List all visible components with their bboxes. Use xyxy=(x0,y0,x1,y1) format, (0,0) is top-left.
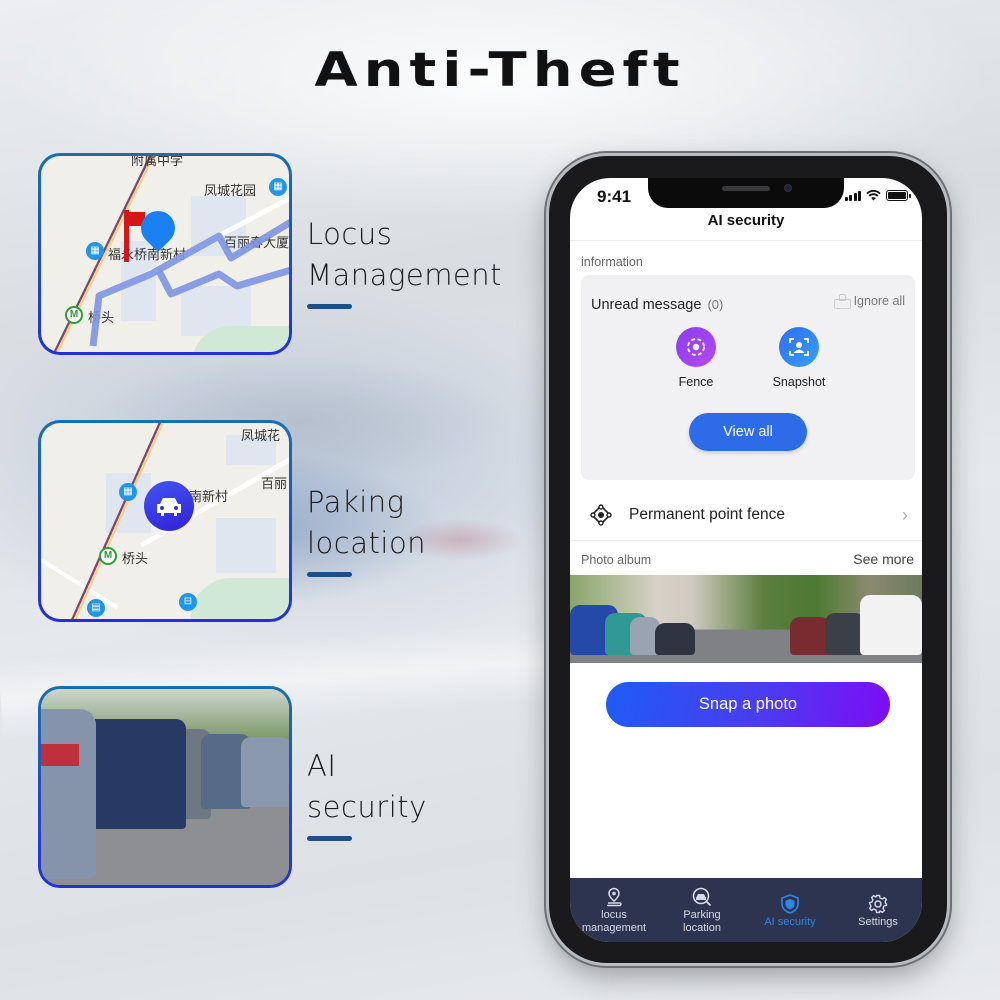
information-card: Unread message (0) Ignore all Fence Snap… xyxy=(581,275,915,480)
phone-screen: 9:41 AI security information Unread mess… xyxy=(570,178,922,942)
battery-icon xyxy=(886,190,911,201)
ignore-all-button[interactable]: Ignore all xyxy=(833,294,905,309)
track-route xyxy=(89,219,289,347)
banner-title: Anti-Theft xyxy=(314,42,686,99)
tab-settings[interactable]: Settings xyxy=(834,878,922,942)
feature-title-line2: location xyxy=(307,526,427,560)
tab-ai-security[interactable]: AI security xyxy=(746,878,834,942)
tail-light xyxy=(41,744,79,766)
map-block xyxy=(216,518,276,573)
poi-building-icon: ▦ xyxy=(119,483,137,501)
information-section-label: information xyxy=(581,255,643,269)
feature-title-line2: security xyxy=(307,790,427,824)
wifi-icon xyxy=(866,190,881,201)
green-area xyxy=(191,578,289,619)
unread-label: Unread message xyxy=(591,297,702,313)
fence-quick-action[interactable]: Fence xyxy=(656,327,736,389)
feature-parking-location: Paking location xyxy=(307,482,426,577)
tab-label-line1: Settings xyxy=(858,915,898,928)
snapshot-label: Snapshot xyxy=(772,375,826,389)
phone-mockup: 9:41 AI security information Unread mess… xyxy=(549,156,947,963)
app-header-title: AI security xyxy=(707,212,785,229)
locus-map-thumbnail: 附属中学 凤城花园 ▦ 百丽春大厦 ▦ 福永桥南新村 M 桥头 xyxy=(38,153,292,355)
poi-gov-icon: ⊟ xyxy=(179,593,197,611)
phone-notch xyxy=(648,178,844,208)
tab-label-line2: management xyxy=(581,922,647,934)
row-divider xyxy=(570,540,922,541)
parked-car xyxy=(790,617,830,655)
tab-label-line1: locus xyxy=(601,909,627,921)
see-more-link[interactable]: See more xyxy=(853,551,914,567)
map-label: 凤城花 xyxy=(241,429,281,444)
status-time: 9:41 xyxy=(597,187,632,206)
parked-car xyxy=(41,709,96,879)
fence-label: Fence xyxy=(678,375,714,389)
chevron-right-icon: › xyxy=(902,504,908,525)
status-icons xyxy=(844,190,911,201)
ai-security-photo-thumbnail xyxy=(38,686,292,888)
front-camera xyxy=(784,184,792,192)
view-all-button[interactable]: View all xyxy=(689,413,807,451)
tab-label-line2: location xyxy=(683,922,721,934)
parking-map-thumbnail: 凤城花 百丽 ▦ 南新村 M 桥头 ▤ ⊟ xyxy=(38,420,292,622)
parked-car-marker-icon xyxy=(144,481,194,531)
feature-title-line1: Locus xyxy=(307,217,393,251)
feature-title-line2: Management xyxy=(307,258,503,292)
tab-label-line1: Parking xyxy=(683,909,721,921)
ignore-all-label: Ignore all xyxy=(853,294,905,308)
map-label: 桥头 xyxy=(122,552,149,567)
snapshot-person-icon xyxy=(779,327,819,367)
poi-office-icon: ▤ xyxy=(87,599,105,617)
feature-ai-security: AI security xyxy=(307,746,427,841)
parked-car xyxy=(825,613,865,655)
location-pin-icon xyxy=(607,887,622,907)
header-divider xyxy=(570,240,922,241)
feature-underline xyxy=(307,304,352,309)
tab-locus-management[interactable]: locus management xyxy=(570,878,658,942)
feature-underline xyxy=(307,836,352,841)
feature-title-line1: AI xyxy=(307,749,337,783)
snap-a-photo-button[interactable]: Snap a photo xyxy=(606,682,890,727)
tab-parking-location[interactable]: Parking location xyxy=(658,878,746,942)
cellular-signal-icon xyxy=(844,191,861,201)
feature-locus-management: Locus Management xyxy=(307,214,502,309)
snapshot-quick-action[interactable]: Snapshot xyxy=(759,327,839,389)
photo-album-label: Photo album xyxy=(581,553,652,567)
map-label: 南新村 xyxy=(189,490,229,505)
parking-search-icon xyxy=(692,887,712,907)
broom-icon xyxy=(833,294,851,309)
speaker xyxy=(722,186,770,191)
tab-label-line1: AI security xyxy=(764,915,816,928)
feature-underline xyxy=(307,572,352,577)
metro-station-icon: M xyxy=(99,547,117,565)
bottom-tab-bar: locus management Parking location AI sec… xyxy=(570,878,922,942)
gear-icon xyxy=(868,894,888,913)
shield-icon xyxy=(781,893,799,914)
fence-target-icon xyxy=(676,327,716,367)
parked-car xyxy=(860,595,922,655)
album-photo[interactable] xyxy=(570,575,922,663)
map-label: 百丽 xyxy=(261,477,288,492)
fence-point-icon xyxy=(590,504,612,526)
permanent-point-fence-label: Permanent point fence xyxy=(629,506,785,523)
parked-car xyxy=(655,623,695,655)
unread-message: Unread message (0) xyxy=(591,297,723,313)
permanent-point-fence-row[interactable]: Permanent point fence › xyxy=(570,496,922,534)
unread-count: (0) xyxy=(707,297,724,312)
feature-title-line1: Paking xyxy=(307,485,405,519)
parked-car xyxy=(241,737,289,807)
